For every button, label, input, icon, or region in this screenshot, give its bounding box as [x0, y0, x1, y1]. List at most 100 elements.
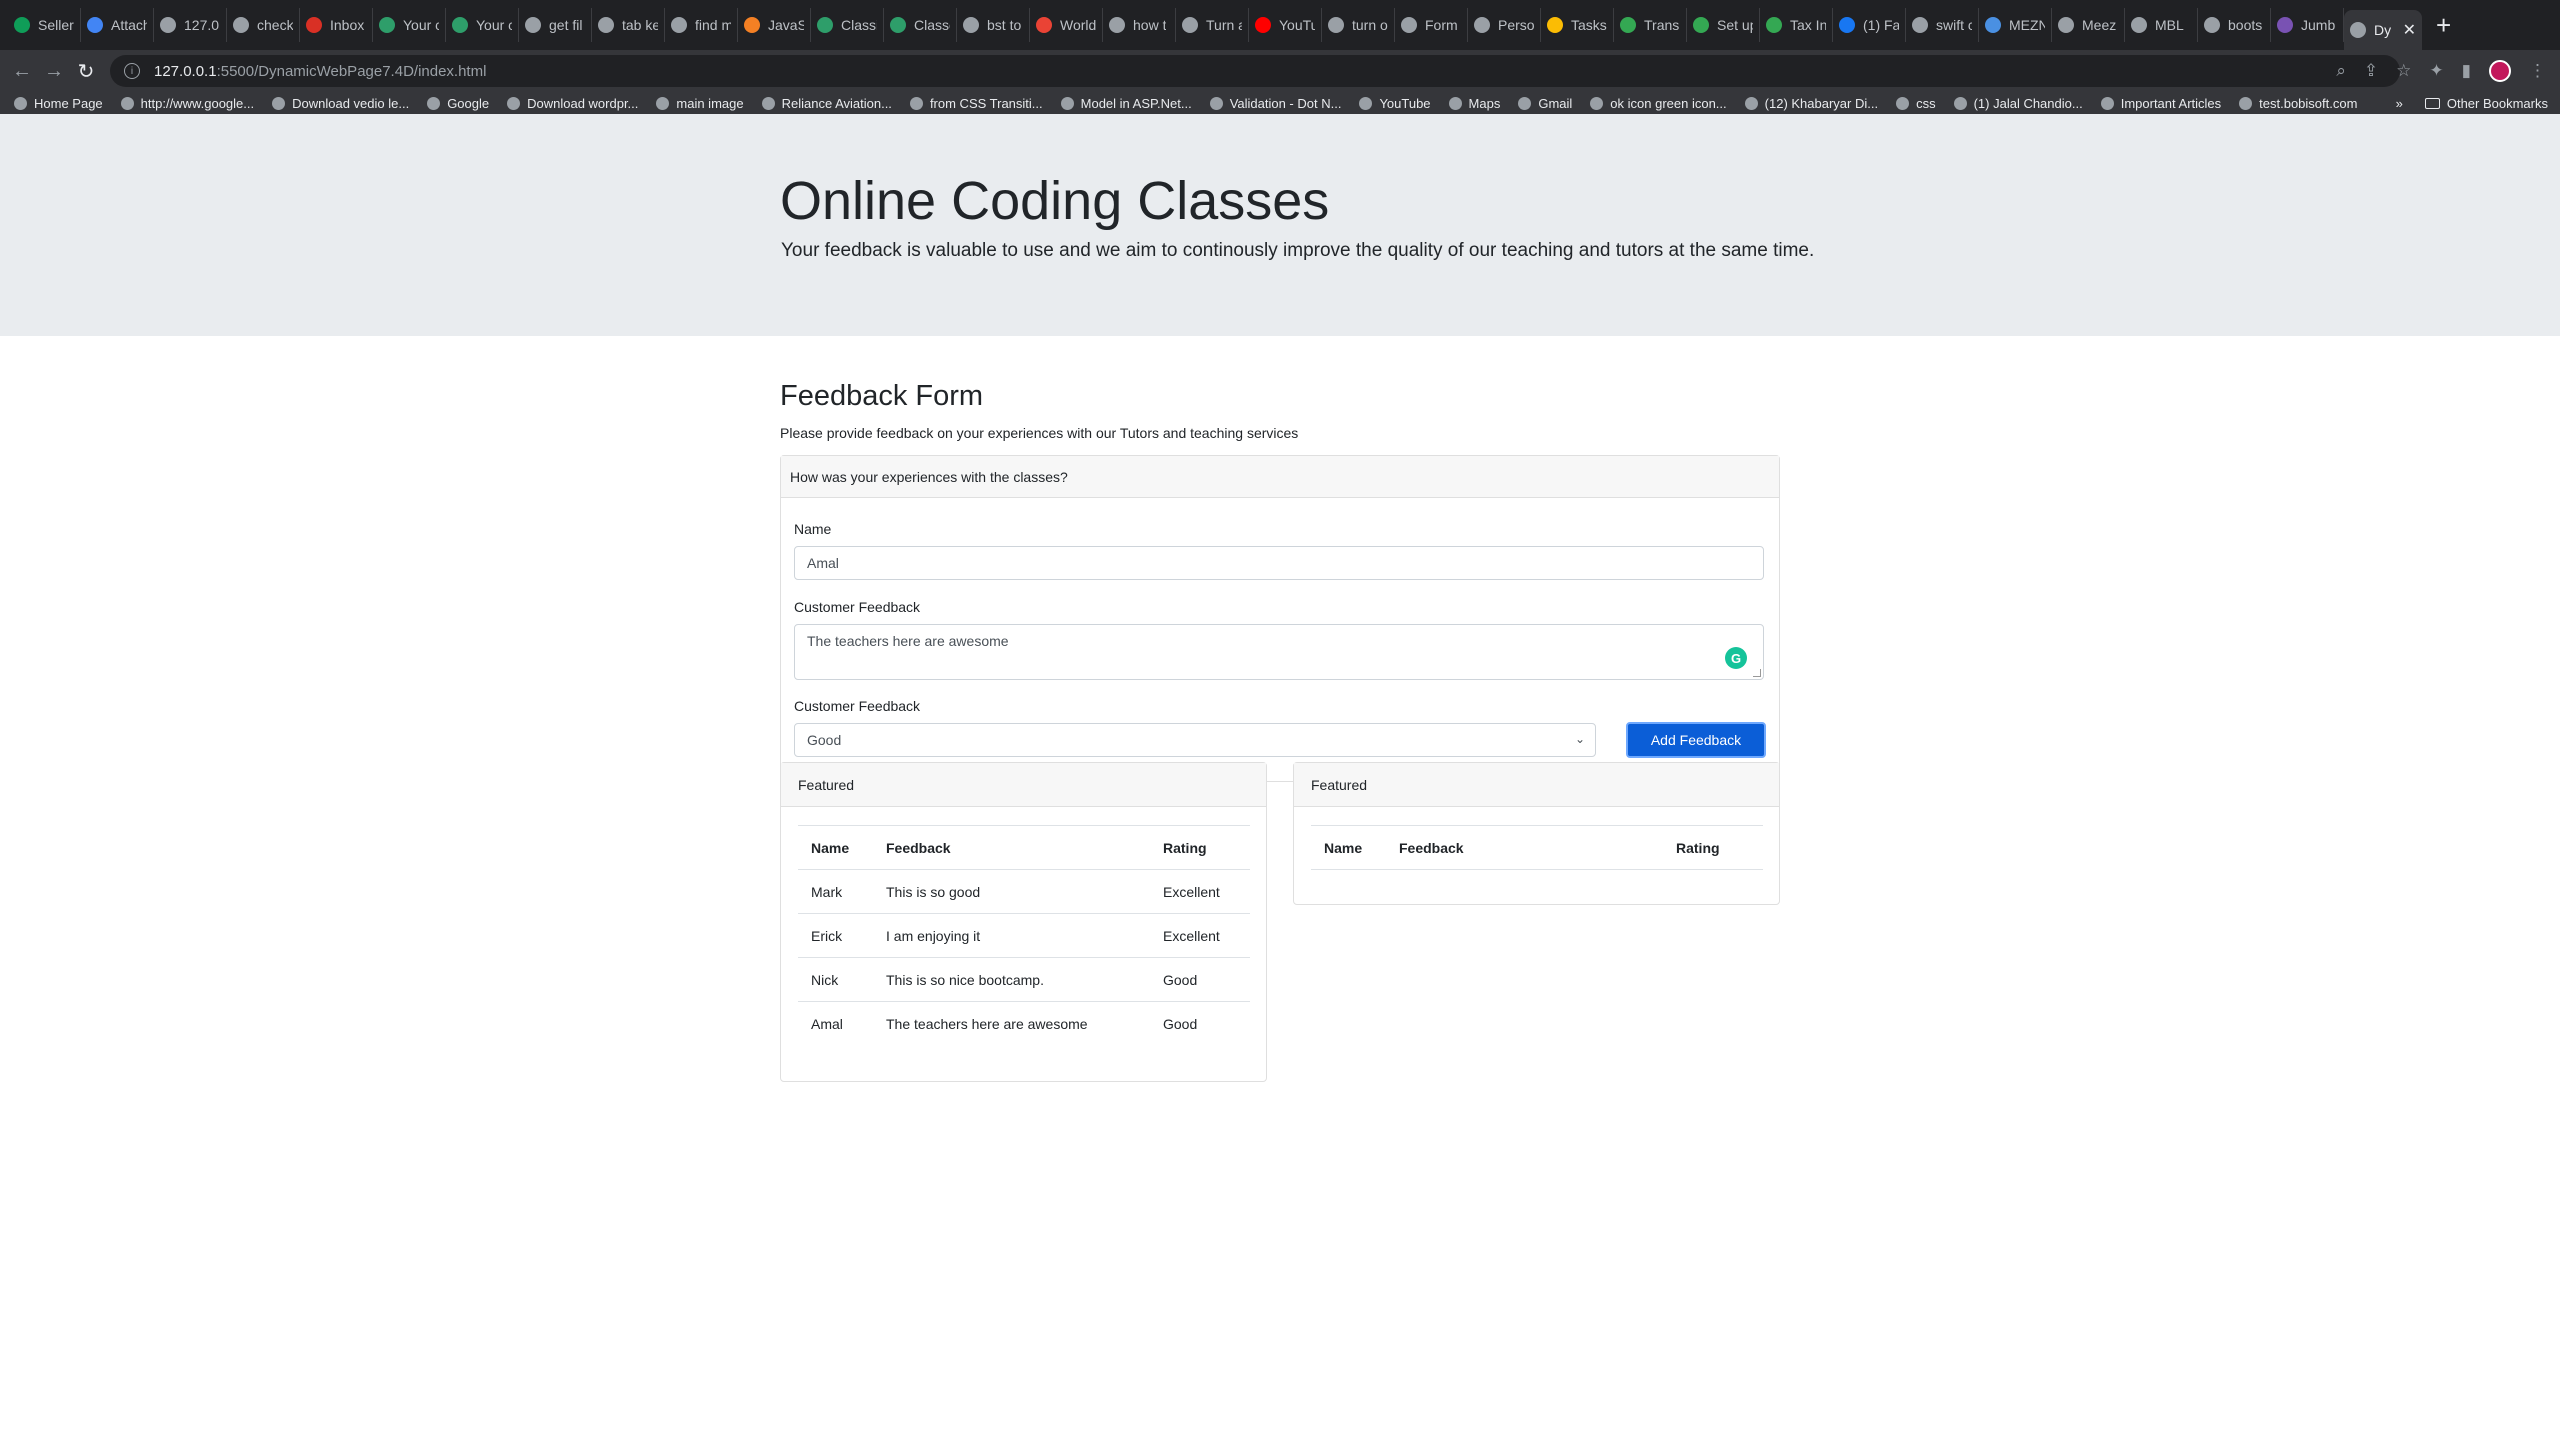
- bookmark-item[interactable]: ok icon green icon...: [1590, 96, 1727, 111]
- tab-favicon-icon: [2204, 17, 2220, 33]
- browser-tab[interactable]: MBL: [2125, 8, 2198, 42]
- bookmark-item[interactable]: main image: [656, 95, 744, 111]
- bookmark-favicon-icon: [2100, 96, 2114, 110]
- browser-tab[interactable]: Tax In: [1760, 8, 1833, 42]
- feedback-card: How was your experiences with the classe…: [780, 455, 1780, 782]
- tab-title: (1) Fa: [1863, 17, 1899, 33]
- tab-title: how t: [1133, 17, 1167, 33]
- browser-tab[interactable]: Your c: [446, 8, 519, 42]
- browser-tab[interactable]: Seller: [8, 8, 81, 42]
- new-tab-button[interactable]: +: [2436, 10, 2451, 41]
- browser-tab[interactable]: find m: [665, 8, 738, 42]
- tab-favicon-icon: [1547, 17, 1563, 33]
- browser-tab[interactable]: Your c: [373, 8, 446, 42]
- bookmark-item[interactable]: test.bobisoft.com: [2239, 96, 2357, 111]
- browser-tab[interactable]: Form: [1395, 8, 1468, 42]
- feedback-textarea[interactable]: The teachers here are awesome G: [794, 624, 1764, 680]
- browser-tab[interactable]: boots: [2198, 8, 2271, 42]
- page-lead: Your feedback is valuable to use and we …: [781, 240, 1815, 261]
- table-cell: The teachers here are awesome: [886, 1015, 1088, 1032]
- resize-handle[interactable]: [1753, 669, 1761, 677]
- browser-tab[interactable]: get fil: [519, 8, 592, 42]
- browser-tab-active[interactable]: Dy ✕: [2344, 10, 2422, 50]
- bookmark-item[interactable]: Download vedio le...: [272, 96, 409, 111]
- feedback-tables: Featured Name Feedback Rating Mark This is so…: [780, 762, 1780, 1082]
- bookmark-item[interactable]: Google: [427, 96, 489, 111]
- browser-tab[interactable]: World: [1030, 8, 1103, 42]
- share-icon[interactable]: ⇪: [2364, 61, 2378, 81]
- browser-tab[interactable]: swift c: [1906, 8, 1979, 42]
- bookmark-item[interactable]: Maps: [1448, 96, 1500, 111]
- tab-title: check: [257, 17, 293, 33]
- rating-select[interactable]: Good ⌄: [794, 723, 1596, 757]
- browser-tab[interactable]: tab ke: [592, 8, 665, 42]
- browser-tab[interactable]: Perso: [1468, 8, 1541, 42]
- sidebar-icon[interactable]: ▮: [2462, 61, 2471, 81]
- tab-favicon-icon: [2277, 17, 2293, 33]
- browser-tab[interactable]: bst to: [957, 8, 1030, 42]
- url-path: :5500/DynamicWebPage7.4D/index.html: [216, 62, 487, 80]
- bookmark-item[interactable]: Download wordpr...: [507, 96, 638, 111]
- browser-tab[interactable]: how t: [1103, 8, 1176, 42]
- bookmark-item[interactable]: Important Articles: [2100, 96, 2221, 111]
- forward-icon[interactable]: →: [38, 60, 70, 83]
- tab-favicon-icon: [306, 17, 322, 33]
- browser-tab[interactable]: check: [227, 8, 300, 42]
- browser-tab[interactable]: Meez: [2052, 8, 2125, 42]
- tab-title: Your c: [403, 17, 439, 33]
- star-icon[interactable]: ☆: [2396, 61, 2411, 81]
- name-input[interactable]: Amal: [794, 546, 1764, 580]
- reload-icon[interactable]: ↻: [70, 59, 102, 84]
- bookmark-item[interactable]: (1) Jalal Chandio...: [1953, 96, 2083, 111]
- tab-favicon-icon: [2350, 22, 2366, 38]
- bookmarks-overflow[interactable]: »: [2396, 96, 2403, 111]
- tab-title: World: [1060, 17, 1096, 33]
- browser-tab[interactable]: YouTu: [1249, 8, 1322, 42]
- browser-tab[interactable]: JavaS: [738, 8, 811, 42]
- close-icon[interactable]: ✕: [2403, 20, 2416, 40]
- bookmark-favicon-icon: [1448, 96, 1462, 110]
- bookmark-item[interactable]: Gmail: [1518, 96, 1572, 111]
- bookmark-item[interactable]: Validation - Dot N...: [1209, 96, 1341, 111]
- tab-favicon-icon: [1912, 17, 1928, 33]
- tab-title: YouTu: [1279, 17, 1315, 33]
- browser-tab[interactable]: Attach: [81, 8, 154, 42]
- site-info-icon[interactable]: i: [124, 63, 140, 79]
- bookmark-label: main image: [676, 95, 744, 111]
- browser-tab[interactable]: 127.0: [154, 8, 227, 42]
- browser-tab[interactable]: Jumb: [2271, 8, 2344, 42]
- bookmark-item[interactable]: from CSS Transiti...: [909, 96, 1043, 111]
- bookmark-item[interactable]: (12) Khabaryar Di...: [1744, 96, 1878, 111]
- menu-icon[interactable]: ⋮: [2529, 61, 2546, 81]
- tab-favicon-icon: [1620, 17, 1636, 33]
- tab-favicon-icon: [1036, 17, 1052, 33]
- other-bookmarks[interactable]: Other Bookmarks: [2424, 96, 2548, 111]
- bookmark-item[interactable]: Reliance Aviation...: [761, 96, 892, 111]
- zoom-icon[interactable]: ⌕: [2336, 61, 2346, 81]
- bookmark-item[interactable]: YouTube: [1359, 96, 1431, 111]
- browser-tab[interactable]: Trans: [1614, 8, 1687, 42]
- browser-tab[interactable]: turn o: [1322, 8, 1395, 42]
- table-cell: Erick: [798, 913, 873, 958]
- add-feedback-button[interactable]: Add Feedback: [1626, 722, 1766, 758]
- tab-favicon-icon: [1255, 17, 1271, 33]
- table-row: Mark This is so good Excellent: [798, 869, 1250, 914]
- browser-tab[interactable]: MEZN: [1979, 8, 2052, 42]
- browser-tab[interactable]: Turn a: [1176, 8, 1249, 42]
- bookmark-item[interactable]: Home Page: [14, 96, 103, 111]
- address-bar[interactable]: i 127.0.0.1:5500/DynamicWebPage7.4D/inde…: [110, 55, 2400, 87]
- bookmark-item[interactable]: Model in ASP.Net...: [1060, 96, 1192, 111]
- browser-tab[interactable]: Inbox: [300, 8, 373, 42]
- tab-title: Set up: [1717, 17, 1753, 33]
- back-icon[interactable]: ←: [6, 60, 38, 83]
- grammarly-icon[interactable]: G: [1725, 647, 1747, 669]
- browser-tab[interactable]: Classe: [884, 8, 957, 42]
- profile-avatar[interactable]: [2489, 60, 2511, 82]
- extensions-icon[interactable]: ✦: [2429, 61, 2443, 81]
- browser-tab[interactable]: (1) Fa: [1833, 8, 1906, 42]
- bookmark-item[interactable]: css: [1896, 96, 1936, 111]
- browser-tab[interactable]: Classi: [811, 8, 884, 42]
- browser-tab[interactable]: Tasks: [1541, 8, 1614, 42]
- bookmark-item[interactable]: http://www.google...: [120, 96, 254, 111]
- browser-tab[interactable]: Set up: [1687, 8, 1760, 42]
